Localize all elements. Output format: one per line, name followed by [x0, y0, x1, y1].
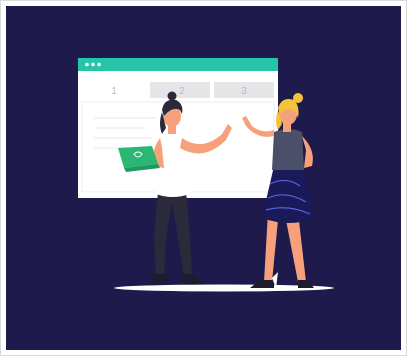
tab-3-label: 3	[241, 86, 247, 97]
window-dot-icon	[97, 62, 101, 67]
high-five-illustration: 1 2 3	[78, 58, 334, 292]
illustration-panel: 1 2 3	[6, 6, 401, 350]
browser-titlebar	[78, 58, 278, 71]
window-dot-icon	[85, 62, 89, 67]
window-dot-icon	[91, 62, 95, 67]
tab-1-label: 1	[111, 86, 117, 97]
tab-2-label: 2	[179, 86, 185, 97]
